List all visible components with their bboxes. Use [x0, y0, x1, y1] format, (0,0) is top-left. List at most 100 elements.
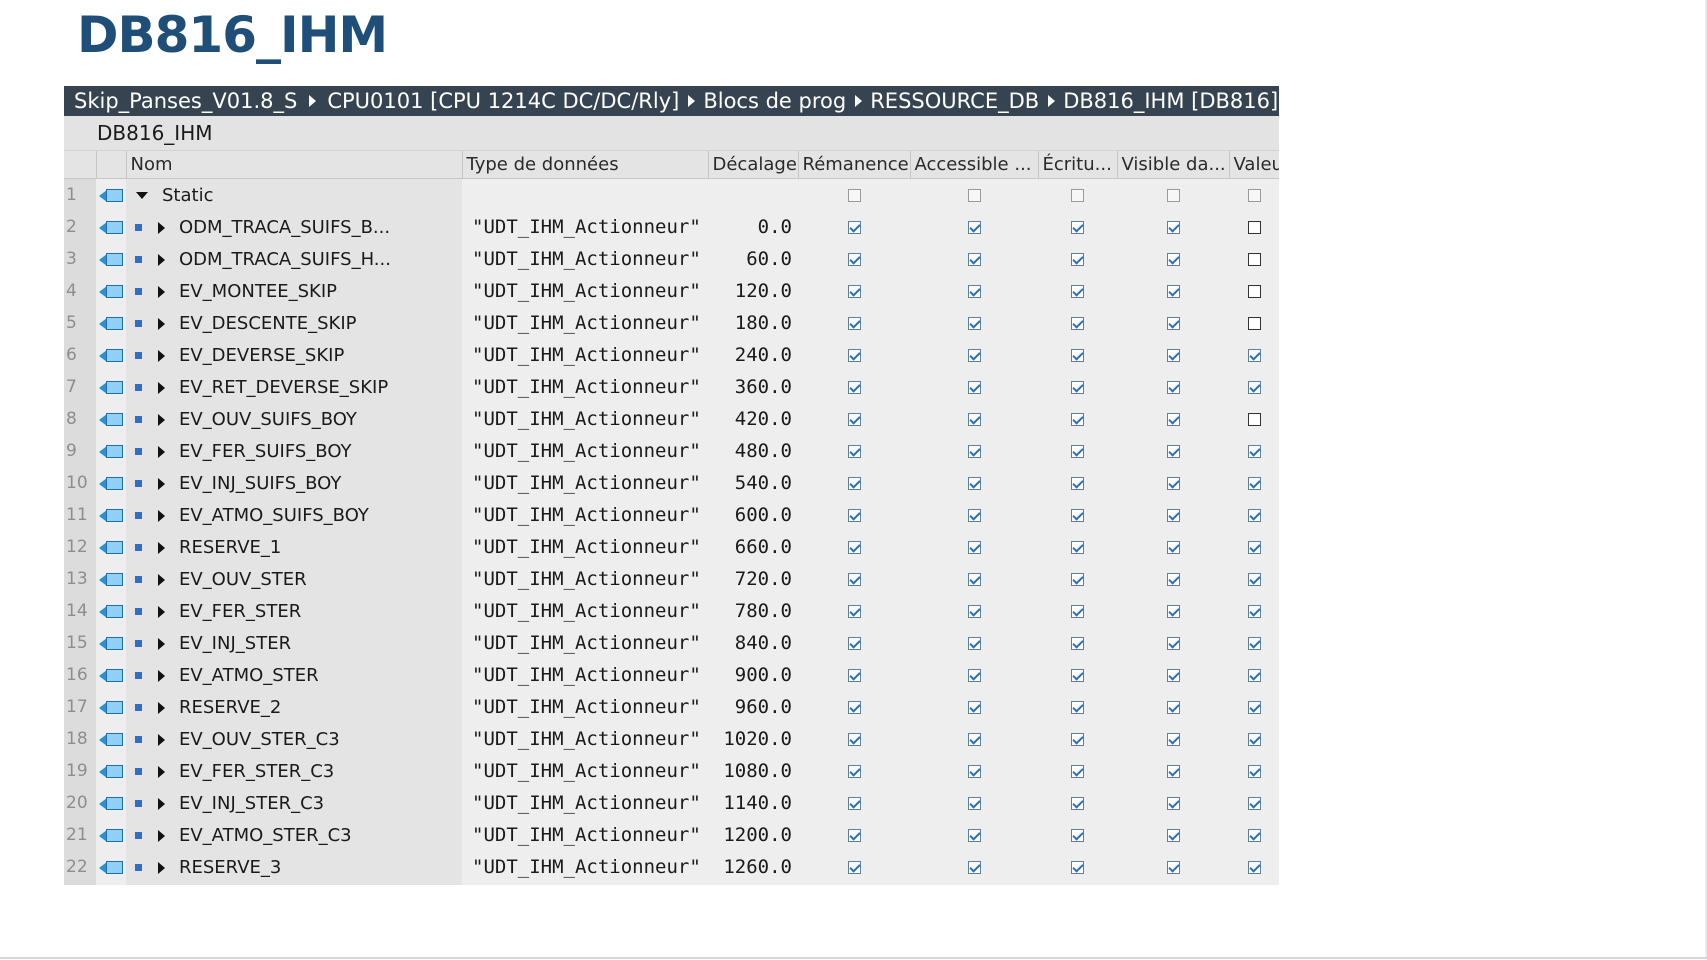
table-row[interactable]: 3 ODM_TRACA_SUIFS_H... "UDT_IHM_Actionneur… [64, 243, 1279, 275]
expand-icon[interactable] [158, 317, 165, 330]
table-row[interactable]: 9 EV_FER_SUIFS_BOY "UDT_IHM_Actionneur" 480… [64, 435, 1279, 467]
writable-checkbox-cell[interactable] [1038, 851, 1117, 883]
retain-checkbox-cell[interactable] [798, 659, 910, 691]
writable-checkbox-cell[interactable] [1038, 755, 1117, 787]
accessible-checkbox-cell[interactable] [910, 595, 1038, 627]
column-header-writable[interactable]: Écritu... [1038, 151, 1118, 179]
visible-checkbox[interactable] [1166, 253, 1180, 266]
expand-icon[interactable] [158, 413, 165, 426]
accessible-checkbox-cell[interactable] [910, 723, 1038, 755]
visible-checkbox[interactable] [1166, 509, 1180, 522]
setpoint-checkbox-cell[interactable] [1229, 307, 1279, 339]
writable-checkbox-cell[interactable] [1038, 307, 1117, 339]
retain-checkbox[interactable] [847, 605, 861, 618]
visible-checkbox[interactable] [1166, 765, 1180, 778]
variable-name-cell[interactable]: EV_MONTEE_SKIP [126, 275, 462, 307]
setpoint-checkbox[interactable] [1247, 285, 1261, 298]
visible-checkbox-cell[interactable] [1117, 467, 1229, 499]
data-type-cell[interactable]: "UDT_IHM_Actionneur" [462, 403, 708, 435]
setpoint-checkbox-cell[interactable] [1229, 435, 1279, 467]
writable-checkbox-cell[interactable] [1038, 371, 1117, 403]
setpoint-checkbox-cell[interactable] [1229, 819, 1279, 851]
writable-checkbox[interactable] [1071, 669, 1084, 682]
visible-checkbox-cell[interactable] [1117, 819, 1229, 851]
setpoint-checkbox-cell[interactable] [1229, 851, 1279, 883]
table-row[interactable]: 23 SYNTH_DEF [64, 883, 1279, 885]
expand-icon[interactable] [158, 669, 165, 682]
setpoint-checkbox-cell[interactable] [1229, 211, 1279, 243]
setpoint-checkbox[interactable] [1247, 477, 1261, 490]
accessible-checkbox[interactable] [967, 605, 981, 618]
setpoint-checkbox[interactable] [1229, 179, 1279, 212]
setpoint-checkbox-cell[interactable] [1229, 883, 1279, 885]
retain-checkbox[interactable] [847, 541, 861, 554]
accessible-checkbox-cell[interactable] [910, 403, 1038, 435]
setpoint-checkbox-cell[interactable] [1229, 467, 1279, 499]
data-type-cell[interactable]: "UDT_IHM_Actionneur" [462, 851, 708, 883]
setpoint-checkbox-cell[interactable] [1229, 691, 1279, 723]
setpoint-checkbox-cell[interactable] [1229, 499, 1279, 531]
column-header-name[interactable]: Nom [126, 151, 463, 179]
writable-checkbox[interactable] [1071, 861, 1084, 874]
accessible-checkbox-cell[interactable] [910, 467, 1038, 499]
data-type-cell[interactable]: "UDT_IHM_Actionneur" [462, 499, 708, 531]
accessible-checkbox-cell[interactable] [910, 819, 1038, 851]
table-row[interactable]: 10 EV_INJ_SUIFS_BOY "UDT_IHM_Actionneur" 54… [64, 467, 1279, 499]
writable-checkbox[interactable] [1071, 349, 1084, 362]
visible-checkbox[interactable] [1166, 797, 1180, 810]
retain-checkbox-cell[interactable] [798, 755, 910, 787]
retain-checkbox[interactable] [847, 413, 861, 426]
accessible-checkbox[interactable] [967, 221, 981, 234]
retain-checkbox-cell[interactable] [798, 883, 910, 885]
writable-checkbox-cell[interactable] [1038, 883, 1117, 885]
data-type-cell[interactable]: "UDT_IHM_Actionneur" [462, 243, 708, 275]
visible-checkbox[interactable] [1166, 445, 1180, 458]
expand-icon[interactable] [158, 605, 165, 618]
retain-checkbox[interactable] [847, 637, 861, 650]
retain-checkbox[interactable] [847, 797, 861, 810]
writable-checkbox[interactable] [1071, 285, 1084, 298]
variable-name-cell[interactable]: EV_DEVERSE_SKIP [126, 339, 462, 371]
writable-checkbox-cell[interactable] [1038, 403, 1117, 435]
column-header-offset[interactable]: Décalage [708, 151, 799, 179]
visible-checkbox-cell[interactable] [1117, 691, 1229, 723]
visible-checkbox-cell[interactable] [1117, 851, 1229, 883]
writable-checkbox[interactable] [1071, 605, 1084, 618]
table-row[interactable]: 15 EV_INJ_STER "UDT_IHM_Actionneur" 840.0 [64, 627, 1279, 659]
accessible-checkbox-cell[interactable] [910, 307, 1038, 339]
visible-checkbox[interactable] [1166, 733, 1180, 746]
accessible-checkbox-cell[interactable] [910, 755, 1038, 787]
table-row[interactable]: 18 EV_OUV_STER_C3 "UDT_IHM_Actionneur" 1020… [64, 723, 1279, 755]
setpoint-checkbox[interactable] [1247, 861, 1261, 874]
variable-name-cell[interactable]: RESERVE_2 [126, 691, 462, 723]
writable-checkbox-cell[interactable] [1038, 723, 1117, 755]
accessible-checkbox-cell[interactable] [910, 627, 1038, 659]
data-type-cell[interactable]: "UDT_IHM_Actionneur" [462, 211, 708, 243]
setpoint-checkbox-cell[interactable] [1229, 275, 1279, 307]
expand-icon[interactable] [158, 221, 165, 234]
visible-checkbox[interactable] [1166, 701, 1180, 714]
variable-name-cell[interactable]: EV_ATMO_STER [126, 659, 462, 691]
accessible-checkbox-cell[interactable] [910, 339, 1038, 371]
data-type-cell[interactable]: "UDT_IHM_Actionneur" [462, 563, 708, 595]
retain-checkbox[interactable] [847, 221, 861, 234]
data-type-cell[interactable]: "UDT_IHM_Actionneur" [462, 435, 708, 467]
retain-checkbox-cell[interactable] [798, 307, 910, 339]
writable-checkbox[interactable] [1071, 477, 1084, 490]
expand-icon[interactable] [158, 733, 165, 746]
writable-checkbox[interactable] [1071, 797, 1084, 810]
setpoint-checkbox[interactable] [1247, 541, 1261, 554]
visible-checkbox[interactable] [1166, 349, 1180, 362]
retain-checkbox[interactable] [847, 381, 861, 394]
setpoint-checkbox-cell[interactable] [1229, 339, 1279, 371]
writable-checkbox-cell[interactable] [1038, 627, 1117, 659]
visible-checkbox[interactable] [1166, 669, 1180, 682]
accessible-checkbox[interactable] [967, 765, 981, 778]
visible-checkbox-cell[interactable] [1117, 563, 1229, 595]
writable-checkbox-cell[interactable] [1038, 435, 1117, 467]
retain-checkbox[interactable] [847, 317, 861, 330]
breadcrumb-project[interactable]: Skip_Panses_V01.8_S [74, 89, 297, 113]
visible-checkbox-cell[interactable] [1117, 371, 1229, 403]
accessible-checkbox-cell[interactable] [910, 563, 1038, 595]
retain-checkbox-cell[interactable] [798, 243, 910, 275]
